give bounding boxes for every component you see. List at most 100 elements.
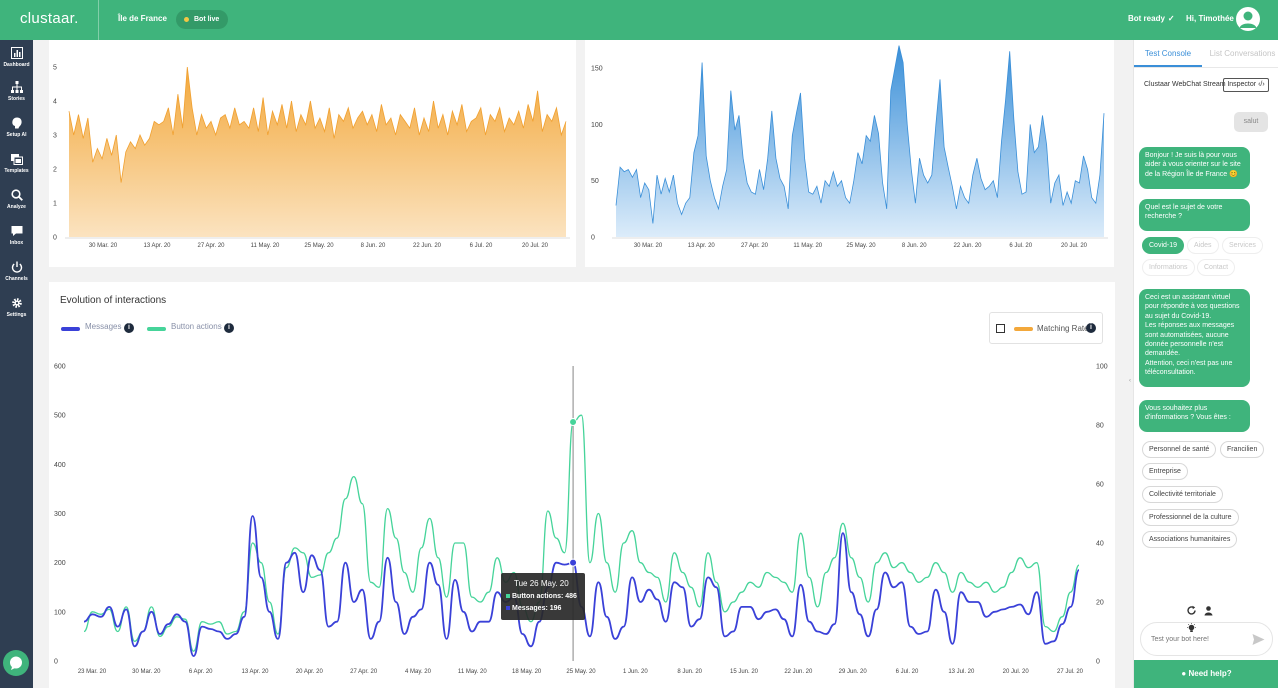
clustaar-logo[interactable]: clustaar. — [20, 10, 79, 27]
message-composer — [1140, 622, 1273, 656]
tree-icon — [10, 81, 23, 93]
test-bot-input[interactable] — [1151, 632, 1246, 647]
tooltip-button-actions: Button actions: 486 — [506, 593, 577, 600]
sidebar-item-templates[interactable]: Templates — [0, 148, 33, 182]
sidebar-item-label: Dashboard — [3, 62, 30, 68]
user-greeting: Hi, Timothée ! — [1186, 14, 1239, 23]
bot-live-badge[interactable]: Bot live — [176, 10, 229, 29]
matching-rate-card: 0 1 2 3 4 5 30 Mar. 20 13 Apr. 20 27 Apr. 20 11 M… — [49, 40, 576, 267]
y2-tick-label: 80 — [1096, 423, 1104, 430]
tooltip-messages-value: Messages: 196 — [512, 605, 562, 612]
x-tick-label: 11 May. 20 — [458, 669, 487, 675]
x-tick-label: 6 Jul. 20 — [896, 669, 919, 675]
users-card: 0 50 100 150 30 Mar. 20 13 Apr. 20 27 Apr. 20 1… — [585, 40, 1114, 267]
x-tick-label: 13 Apr. 20 — [688, 243, 716, 249]
quick-reply-chip[interactable]: Associations humanitaires — [1142, 531, 1238, 548]
sidebar-item-channels[interactable]: Channels — [0, 256, 33, 290]
sidebar-item-analyze[interactable]: Analyze — [0, 184, 33, 218]
console-actions — [1186, 603, 1226, 633]
evolution-card: Evolution of interactions Messages i But… — [49, 282, 1115, 688]
x-tick-label: 20 Jul. 20 — [1003, 669, 1030, 675]
x-tick-label: 8 Jun. 20 — [902, 243, 927, 249]
x-tick-label: 4 May. 20 — [405, 669, 432, 675]
area-fill — [616, 45, 1104, 237]
chart-tooltip: Tue 26 May. 20 Button actions: 486 Messa… — [501, 573, 585, 620]
y-tick-label: 5 — [53, 65, 57, 72]
user-message: salut — [1234, 112, 1268, 132]
y-tick-label: 200 — [54, 560, 66, 567]
quick-reply-chip[interactable]: Services — [1222, 237, 1263, 254]
status-dot-icon — [184, 17, 189, 22]
x-tick-label: 20 Jul. 20 — [1061, 243, 1088, 249]
y-tick-label: 400 — [54, 462, 66, 469]
x-tick-label: 11 May. 20 — [793, 243, 822, 249]
quick-reply-chip[interactable]: Covid-19 — [1142, 237, 1185, 254]
x-tick-label: 8 Jun. 20 — [361, 243, 386, 249]
brain-icon — [11, 117, 22, 129]
stream-label: Clustaar WebChat Stream — [1144, 81, 1226, 88]
chat-bubble-icon — [10, 656, 22, 670]
restart-icon[interactable] — [1186, 603, 1197, 615]
y-tick-label: 150 — [591, 66, 603, 73]
x-tick-label: 27 Apr. 20 — [741, 243, 769, 249]
bot-message: Quel est le sujet de votre recherche ? — [1139, 199, 1250, 231]
quick-reply-chip[interactable]: Collectivité territoriale — [1142, 486, 1223, 503]
x-tick-label: 20 Jul. 20 — [522, 243, 549, 249]
sidebar-item-settings[interactable]: Settings — [0, 292, 33, 326]
x-tick-label: 30 Mar. 20 — [89, 243, 118, 249]
y-tick-label: 500 — [54, 413, 66, 420]
quick-reply-chip[interactable]: Professionnel de la culture — [1142, 509, 1239, 526]
help-chat-button[interactable] — [3, 650, 29, 676]
sidebar-item-label: Analyze — [7, 204, 26, 210]
avatar[interactable] — [1236, 7, 1260, 31]
tab-test-console[interactable]: Test Console — [1134, 49, 1202, 58]
x-tick-label: 22 Jun. 20 — [784, 669, 813, 675]
x-tick-label: 11 May. 20 — [251, 243, 280, 249]
x-tick-label: 13 Apr. 20 — [143, 243, 171, 249]
quick-reply-chip[interactable]: Entreprise — [1142, 463, 1188, 480]
x-tick-label: 22 Jun. 20 — [953, 243, 982, 249]
y2-tick-label: 0 — [1096, 659, 1100, 666]
x-tick-label: 13 Jul. 20 — [948, 669, 975, 675]
code-icon: ‹/› — [1258, 81, 1265, 88]
y-tick-label: 100 — [591, 122, 603, 129]
tab-list-conversations[interactable]: List Conversations — [1206, 49, 1278, 58]
sidebar: Dashboard Stories Setup AI Templates Ana… — [0, 40, 33, 688]
quick-reply-chip[interactable]: Aides — [1187, 237, 1219, 254]
sidebar-item-label: Inbox — [9, 240, 24, 246]
checkmark-icon: ✓ — [1167, 14, 1175, 23]
sidebar-item-setup-ai[interactable]: Setup AI — [0, 112, 33, 146]
x-tick-label: 20 Apr. 20 — [296, 669, 324, 675]
inspector-label: Inspector — [1227, 81, 1257, 88]
quick-reply-chip[interactable]: Francilien — [1220, 441, 1265, 458]
need-help-button[interactable]: ● Need help? — [1134, 660, 1278, 688]
y-tick-label: 0 — [591, 235, 595, 242]
y-tick-label: 0 — [53, 235, 57, 242]
x-tick-label: 30 Mar. 20 — [634, 243, 663, 249]
inspector-button[interactable]: Inspector ‹/› — [1223, 78, 1269, 92]
tooltip-date: Tue 26 May. 20 — [514, 579, 569, 588]
panel-collapse-icon[interactable]: ‹ — [1129, 378, 1131, 384]
x-tick-label: 1 Jun. 20 — [623, 669, 648, 675]
x-tick-label: 8 Jun. 20 — [677, 669, 702, 675]
bot-message: Bonjour ! Je suis là pour vous aider à v… — [1139, 147, 1250, 189]
templates-icon — [10, 154, 23, 165]
bot-message: Vous souhaitez plus d'informations ? Vou… — [1139, 400, 1250, 432]
x-tick-label: 15 Jun. 20 — [730, 669, 759, 675]
sidebar-item-dashboard[interactable]: Dashboard — [0, 42, 33, 76]
x-tick-label: 30 Mar. 20 — [132, 669, 161, 675]
quick-reply-chip[interactable]: Informations — [1142, 259, 1195, 276]
help-circle-icon: ● — [1181, 669, 1187, 678]
interactions-line-chart[interactable]: 0 100 200 300 400 500 600 0 20 40 60 80 100 23 Mar. 2… — [49, 282, 1115, 688]
send-icon[interactable] — [1252, 633, 1265, 646]
x-tick-label: 27 Apr. 20 — [350, 669, 378, 675]
project-name[interactable]: Île de France — [118, 14, 167, 23]
magnifier-icon — [10, 189, 23, 201]
top-bar: clustaar. Île de France Bot live Bot rea… — [0, 0, 1278, 40]
sidebar-item-inbox[interactable]: Inbox — [0, 220, 33, 254]
user-profile-icon[interactable] — [1203, 603, 1214, 616]
sidebar-item-stories[interactable]: Stories — [0, 76, 33, 110]
quick-reply-chip[interactable]: Personnel de santé — [1142, 441, 1217, 458]
x-tick-label: 27 Apr. 20 — [197, 243, 225, 249]
quick-reply-chip[interactable]: Contact — [1197, 259, 1236, 276]
